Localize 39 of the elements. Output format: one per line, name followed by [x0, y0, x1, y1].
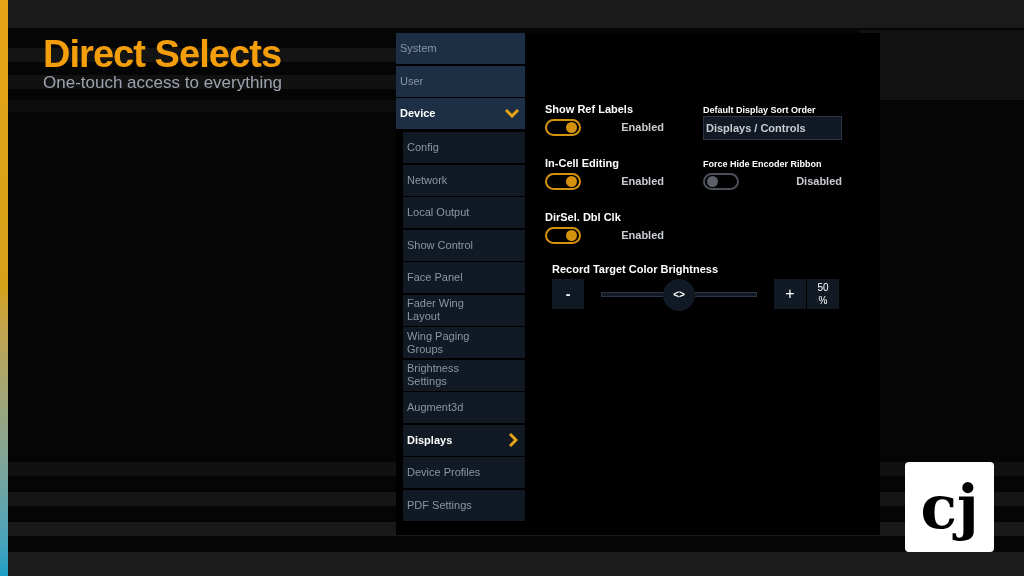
setting-label: Show Ref Labels: [545, 103, 635, 116]
sidebar-subitem[interactable]: Config: [403, 132, 525, 163]
sidebar-item[interactable]: Device: [396, 98, 525, 129]
sidebar-subitem[interactable]: Face Panel: [403, 262, 525, 293]
increase-button[interactable]: +: [774, 279, 806, 309]
sidebar-subitem[interactable]: Wing Paging Groups: [403, 327, 525, 358]
slider-thumb[interactable]: <>: [663, 278, 695, 311]
toggle-switch[interactable]: [545, 227, 581, 244]
slide-subtitle: One-touch access to everything: [43, 74, 284, 92]
sidebar-subitem[interactable]: Brightness Settings: [403, 359, 525, 391]
setting-label: Default Display Sort Order: [703, 104, 817, 116]
setting-label: Force Hide Encoder Ribbon: [703, 158, 823, 170]
sidebar-subitem[interactable]: Fader Wing Layout: [403, 294, 525, 326]
setting-label: In-Cell Editing: [545, 157, 620, 170]
sidebar-item[interactable]: System: [396, 33, 525, 64]
sidebar-item[interactable]: User: [396, 65, 525, 97]
value-readout: 50 %: [807, 279, 839, 309]
setting-label: DirSel. Dbl Clk: [545, 211, 622, 224]
slide-title: Direct Selects: [43, 34, 283, 74]
sort-order-dropdown[interactable]: Displays / Controls: [703, 116, 842, 140]
sidebar-subitem[interactable]: Show Control: [403, 229, 525, 261]
slider-label: Record Target Color Brightness: [552, 263, 720, 276]
sidebar-subitem[interactable]: Network: [403, 164, 525, 196]
toggle-switch[interactable]: [545, 173, 581, 190]
sidebar-subitem[interactable]: Displays: [403, 424, 525, 456]
status-text: Disabled: [796, 174, 842, 190]
sidebar-subitem[interactable]: Local Output: [403, 197, 525, 228]
chevron-right-icon: [509, 433, 518, 447]
status-text: Enabled: [621, 228, 664, 244]
decrease-button[interactable]: -: [552, 279, 584, 309]
toggle-switch[interactable]: [703, 173, 739, 190]
logo-text: cj: [919, 471, 980, 544]
sidebar-subitem[interactable]: Device Profiles: [403, 457, 525, 488]
chevron-down-icon: [505, 109, 519, 118]
sidebar-subitem[interactable]: Augment3d: [403, 392, 525, 423]
toggle-switch[interactable]: [545, 119, 581, 136]
status-text: Enabled: [621, 120, 664, 136]
sidebar-subitem[interactable]: PDF Settings: [403, 489, 525, 521]
status-text: Enabled: [621, 174, 664, 190]
